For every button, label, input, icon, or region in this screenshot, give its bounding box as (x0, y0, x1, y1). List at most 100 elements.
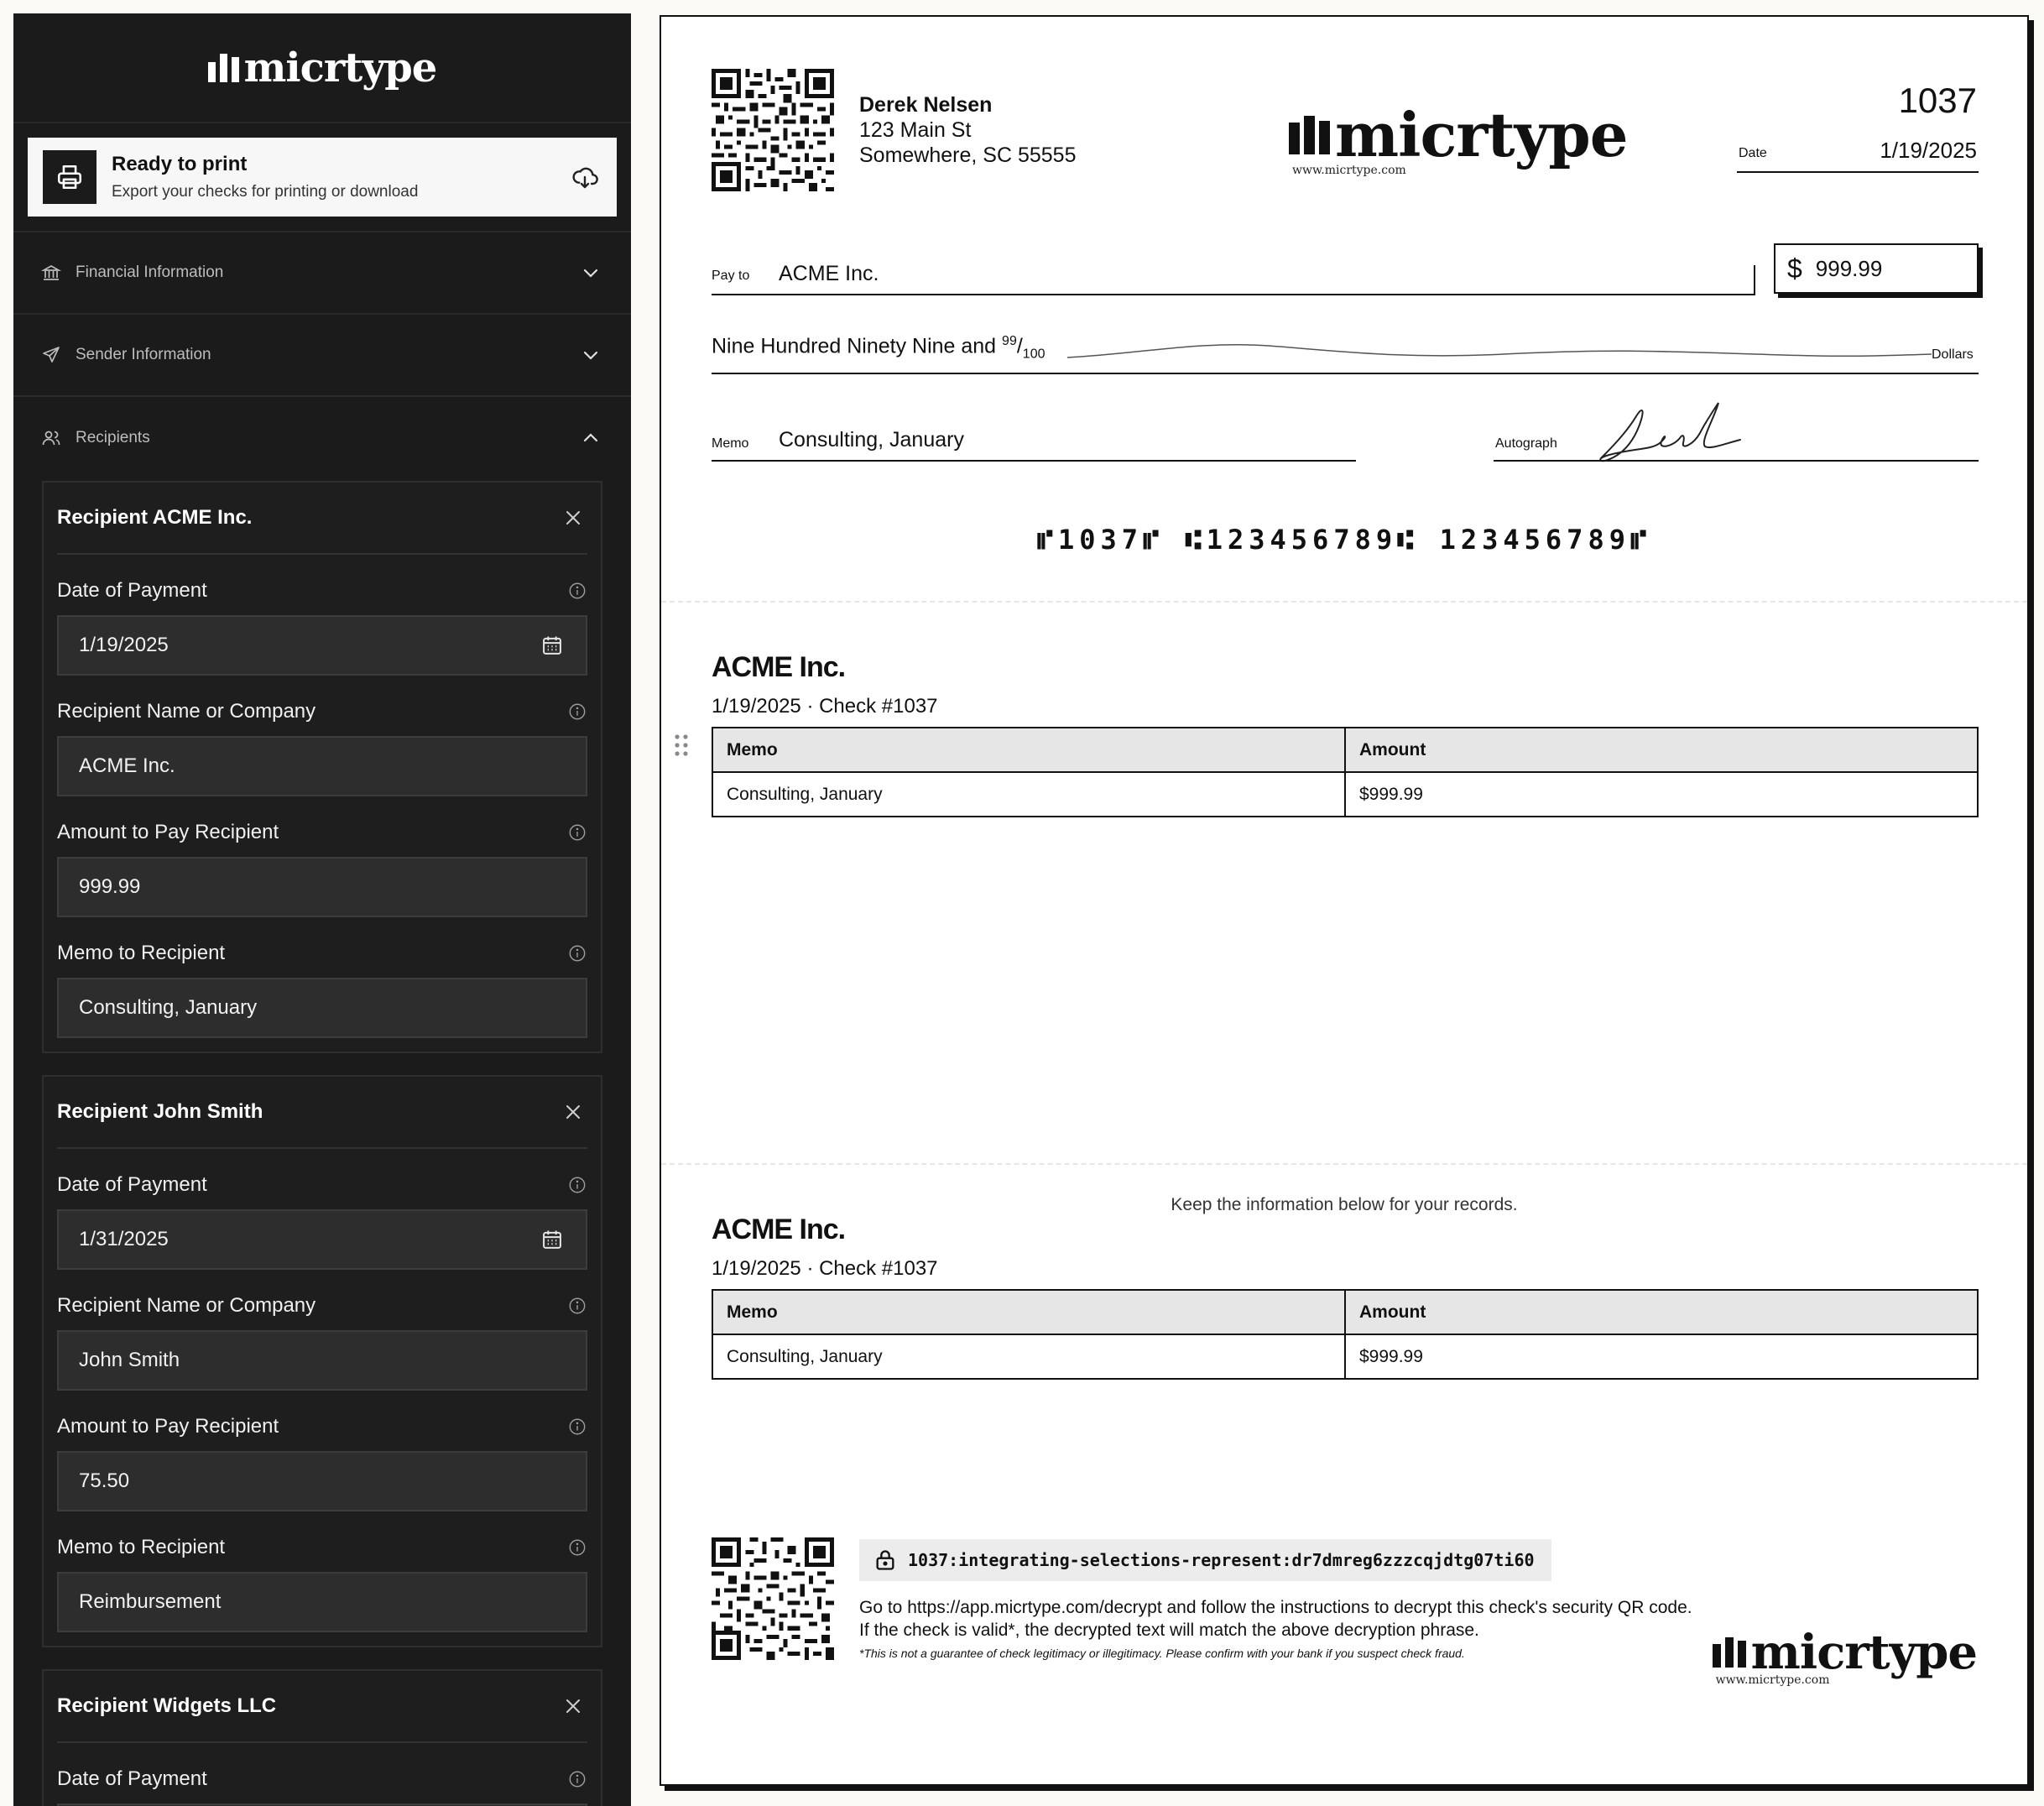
check-logo: micrtype www.micrtype.com (1289, 99, 1629, 177)
qr-code-icon (712, 69, 834, 191)
field-label: Date of Payment (57, 579, 207, 602)
info-icon[interactable] (567, 702, 587, 722)
memo-field[interactable] (57, 1572, 587, 1632)
date-input[interactable] (79, 634, 539, 657)
lock-icon (873, 1548, 898, 1573)
check-number: 1037 (1898, 81, 1977, 120)
records-note: Keep the information below for your reco… (1171, 1195, 1518, 1214)
recipient-card: Recipient ACME Inc. Date of Payment Reci… (42, 481, 602, 1053)
recipient-card: Recipient Widgets LLC Date of Payment (42, 1669, 602, 1806)
info-icon[interactable] (567, 581, 587, 601)
amount-cell: $999.99 (1344, 771, 1979, 817)
stub-table: Memo Amount Consulting, January $999.99 (712, 727, 1979, 817)
recipient-name-field[interactable] (57, 736, 587, 796)
date-of-payment-field[interactable] (57, 615, 587, 676)
autograph-label: Autograph (1495, 436, 1557, 451)
info-icon[interactable] (567, 1537, 587, 1558)
sender-address-line-1: 123 Main St (859, 118, 972, 142)
amount-cell: $999.99 (1344, 1334, 1979, 1380)
amount-box: $ 999.99 (1774, 243, 1979, 294)
ready-subtitle: Export your checks for printing or downl… (112, 183, 419, 201)
cents-numerator: 99 (1002, 334, 1017, 348)
dollars-label: Dollars (1932, 347, 1974, 362)
words-line (712, 373, 1979, 374)
memo-field[interactable] (57, 978, 587, 1038)
memo-input[interactable] (79, 996, 566, 1020)
recipient-card: Recipient John Smith Date of Payment Rec… (42, 1075, 602, 1647)
memo-label: Memo (712, 436, 749, 451)
amount-input[interactable] (79, 875, 566, 899)
memo-input[interactable] (79, 1590, 566, 1614)
recipient-title: Recipient Widgets LLC (57, 1694, 277, 1717)
date-input[interactable] (79, 1228, 539, 1251)
field-label: Amount to Pay Recipient (57, 1415, 279, 1438)
column-header: Memo (712, 727, 1346, 773)
currency-symbol: $ (1787, 253, 1802, 284)
payto-line-end (1754, 265, 1755, 295)
stub-table: Memo Amount Consulting, January $999.99 (712, 1289, 1979, 1380)
micrtype-logo: micrtype (1712, 1625, 1978, 1680)
drag-handle-icon[interactable] (673, 733, 690, 757)
recipients-list: Recipient ACME Inc. Date of Payment Reci… (13, 481, 631, 1806)
check-date: 1/19/2025 (1880, 138, 1977, 163)
calendar-icon[interactable] (539, 1226, 566, 1253)
recipient-name-input[interactable] (79, 1349, 566, 1372)
info-icon[interactable] (567, 1769, 587, 1789)
ready-to-print-card[interactable]: Ready to print Export your checks for pr… (28, 138, 617, 217)
accordion-label: Financial Information (76, 264, 224, 281)
footer-logo: micrtype www.micrtype.com (1712, 1625, 1978, 1687)
column-header: Memo (712, 1289, 1346, 1335)
settings-sidebar: micrtype Ready to print Export your chec… (13, 13, 631, 1806)
field-label: Date of Payment (57, 1767, 207, 1790)
amount-field[interactable] (57, 857, 587, 917)
close-icon[interactable] (559, 1098, 587, 1126)
micrtype-logo: micrtype (1289, 99, 1629, 170)
table-row: Consulting, January $999.99 (712, 771, 1979, 817)
field-label: Recipient Name or Company (57, 700, 316, 723)
decryption-phrase-box: 1037:integrating-selections-represent:dr… (859, 1539, 1551, 1581)
info-icon[interactable] (567, 1296, 587, 1316)
users-icon (40, 427, 62, 449)
accordion-sender-information[interactable]: Sender Information (13, 315, 631, 397)
printer-icon (43, 150, 96, 204)
autograph-line (1494, 460, 1979, 462)
accordion-label: Recipients (76, 429, 150, 446)
perforation-line (661, 1163, 2027, 1165)
chevron-down-icon (579, 343, 602, 367)
info-icon[interactable] (567, 822, 587, 843)
memo-line (712, 460, 1356, 462)
table-row: Consulting, January $999.99 (712, 1334, 1979, 1380)
close-icon[interactable] (559, 1692, 587, 1720)
info-icon[interactable] (567, 1175, 587, 1195)
accordion-financial-information[interactable]: Financial Information (13, 232, 631, 315)
info-icon[interactable] (567, 943, 587, 963)
date-of-payment-field[interactable] (57, 1209, 587, 1270)
amount-words: Nine Hundred Ninety Nine and (712, 334, 997, 358)
info-icon[interactable] (567, 1417, 587, 1437)
bank-icon (40, 262, 62, 284)
amount-input[interactable] (79, 1469, 566, 1493)
decryption-phrase: 1037:integrating-selections-represent:dr… (908, 1550, 1535, 1570)
decrypt-instructions: Go to https://app.micrtype.com/decrypt a… (859, 1598, 1692, 1640)
amount-value: 999.99 (1815, 255, 1883, 281)
signature (1599, 402, 1741, 462)
stub-subtitle: 1/19/2025 · Check #1037 (712, 1257, 938, 1280)
recipient-name-input[interactable] (79, 754, 566, 778)
column-header: Amount (1344, 1289, 1979, 1335)
field-label: Amount to Pay Recipient (57, 821, 279, 843)
field-label: Date of Payment (57, 1173, 207, 1196)
column-header: Amount (1344, 727, 1979, 773)
memo-cell: Consulting, January (712, 771, 1346, 817)
memo-cell: Consulting, January (712, 1334, 1346, 1380)
payee: ACME Inc. (779, 262, 879, 285)
chevron-up-icon (579, 426, 602, 450)
sender-address-line-2: Somewhere, SC 55555 (859, 144, 1077, 167)
recipient-name-field[interactable] (57, 1330, 587, 1391)
calendar-icon[interactable] (539, 632, 566, 659)
close-icon[interactable] (559, 504, 587, 532)
amount-field[interactable] (57, 1451, 587, 1511)
accordion-recipients[interactable]: Recipients (13, 397, 631, 479)
cloud-download-icon[interactable] (568, 160, 602, 194)
accordion-label: Sender Information (76, 346, 211, 363)
sender-name: Derek Nelsen (859, 93, 993, 117)
